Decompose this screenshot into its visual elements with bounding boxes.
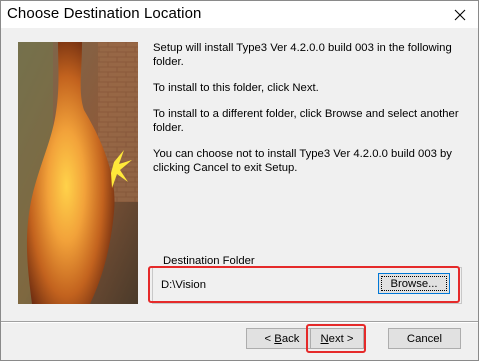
dialog-content: Setup will install Type3 Ver 4.2.0.0 bui… xyxy=(1,28,478,360)
window-title: Choose Destination Location xyxy=(7,5,202,22)
message-line-1: Setup will install Type3 Ver 4.2.0.0 bui… xyxy=(153,42,452,68)
setup-dialog: Choose Destination Location Setup will i… xyxy=(0,0,479,361)
back-button-label: < Back xyxy=(264,332,300,345)
message-line-3: To install to a different folder, click … xyxy=(153,108,459,134)
vase-banner-image xyxy=(18,42,138,304)
instructions-text: Setup will install Type3 Ver 4.2.0.0 bui… xyxy=(153,41,463,187)
title-bar: Choose Destination Location xyxy=(1,1,478,28)
message-line-4: You can choose not to install Type3 Ver … xyxy=(153,148,452,174)
next-highlight xyxy=(306,324,366,353)
close-button[interactable] xyxy=(441,1,478,28)
cancel-button[interactable]: Cancel xyxy=(388,328,461,349)
close-icon xyxy=(454,9,465,20)
button-divider xyxy=(1,321,478,323)
cancel-button-label: Cancel xyxy=(406,332,443,345)
destination-highlight xyxy=(148,266,460,303)
message-line-2: To install to this folder, click Next. xyxy=(153,82,319,94)
